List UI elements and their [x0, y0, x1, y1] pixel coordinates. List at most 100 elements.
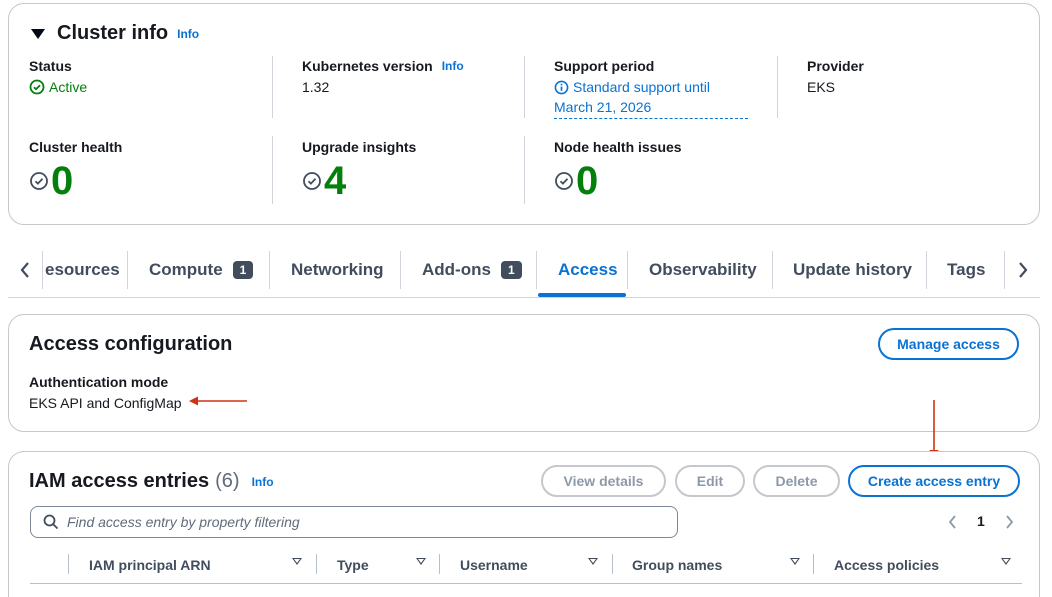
check-circle-icon: [303, 172, 321, 190]
support-period-line2: March 21, 2026: [554, 99, 652, 115]
chevron-left-icon[interactable]: [947, 515, 959, 529]
upgrade-insights-value[interactable]: 4: [302, 161, 416, 201]
sort-icon[interactable]: [416, 558, 426, 565]
provider-label: Provider: [807, 58, 864, 74]
iam-access-entries-title: IAM access entries: [29, 470, 210, 492]
column-header-username[interactable]: Username: [460, 550, 528, 580]
delete-button[interactable]: Delete: [753, 465, 840, 497]
edit-button[interactable]: Edit: [675, 465, 745, 497]
tab-divider: [127, 251, 128, 289]
provider-field: Provider EKS: [807, 58, 864, 95]
view-details-button[interactable]: View details: [541, 465, 666, 497]
access-configuration-title: Access configuration: [29, 333, 233, 355]
column-divider: [813, 554, 814, 574]
cluster-health-value[interactable]: 0: [29, 161, 122, 201]
search-icon: [43, 514, 59, 530]
current-page[interactable]: 1: [977, 513, 985, 529]
column-divider: [612, 554, 613, 574]
chevron-left-icon[interactable]: [18, 261, 32, 279]
compute-count-badge: 1: [232, 261, 254, 279]
sort-icon[interactable]: [588, 558, 598, 565]
status-text: Active: [49, 79, 88, 95]
sort-icon[interactable]: [292, 558, 302, 565]
search-field[interactable]: [30, 506, 678, 538]
iam-access-entries-count: (6): [215, 470, 240, 492]
tab-resources[interactable]: esources: [45, 244, 120, 296]
column-header-iam-principal-arn[interactable]: IAM principal ARN: [89, 550, 211, 580]
tab-tags[interactable]: Tags: [947, 244, 985, 296]
divider: [524, 136, 525, 204]
authentication-mode-field: Authentication mode EKS API and ConfigMa…: [29, 374, 182, 411]
kubernetes-version-info-link[interactable]: Info: [442, 59, 464, 73]
tab-update-history[interactable]: Update history: [793, 244, 912, 296]
tab-scroll-divider: [1004, 251, 1005, 289]
kubernetes-version-field: Kubernetes version Info 1.32: [302, 58, 464, 95]
check-circle-icon: [29, 79, 45, 95]
caret-down-icon[interactable]: [31, 28, 45, 39]
tab-divider: [400, 251, 401, 289]
manage-access-button[interactable]: Manage access: [878, 328, 1019, 360]
divider: [272, 56, 273, 118]
iam-access-entries-info-link[interactable]: Info: [252, 475, 274, 489]
cluster-health-label: Cluster health: [29, 139, 123, 155]
upgrade-insights-count: 4: [324, 159, 347, 203]
node-health-issues-field: Node health issues 0: [554, 139, 682, 201]
column-divider: [316, 554, 317, 574]
tab-divider: [772, 251, 773, 289]
iam-access-entries-panel: IAM access entries (6) Info View details…: [8, 451, 1040, 597]
support-period-field: Support period Standard support until Ma…: [554, 58, 748, 119]
status-value: Active: [29, 79, 87, 95]
node-health-issues-count: 0: [576, 159, 599, 203]
authentication-mode-label: Authentication mode: [29, 374, 169, 390]
support-period-label: Support period: [554, 58, 655, 74]
tab-divider: [269, 251, 270, 289]
tab-divider: [536, 251, 537, 289]
chevron-right-icon[interactable]: [1016, 261, 1030, 279]
tab-divider: [926, 251, 927, 289]
kubernetes-version-value: 1.32: [302, 79, 330, 95]
support-period-link[interactable]: Standard support until March 21, 2026: [554, 77, 748, 119]
tab-divider: [627, 251, 628, 289]
tab-scroll-divider: [42, 251, 43, 289]
check-circle-icon: [555, 172, 573, 190]
divider: [524, 56, 525, 118]
table-header-row: IAM principal ARN Type Username Group na…: [30, 550, 1022, 584]
divider: [272, 136, 273, 204]
sort-icon[interactable]: [1001, 558, 1011, 565]
column-header-access-policies[interactable]: Access policies: [834, 550, 939, 580]
upgrade-insights-label: Upgrade insights: [302, 139, 417, 155]
add-ons-count-badge: 1: [500, 261, 522, 279]
support-period-line1: Standard support until: [573, 79, 710, 95]
column-divider: [68, 554, 69, 574]
cluster-info-header[interactable]: Cluster info Info: [31, 22, 199, 45]
tabs-baseline: [8, 297, 1040, 298]
tab-observability[interactable]: Observability: [649, 244, 757, 296]
check-circle-icon: [30, 172, 48, 190]
divider: [777, 56, 778, 118]
tab-compute[interactable]: Compute 1: [149, 244, 254, 296]
search-input[interactable]: [67, 514, 647, 530]
chevron-right-icon[interactable]: [1003, 515, 1015, 529]
column-header-type[interactable]: Type: [337, 550, 369, 580]
cluster-info-info-link[interactable]: Info: [177, 27, 199, 41]
cluster-tabs: esources Compute 1 Networking Add-ons 1 Ac…: [0, 244, 1052, 298]
column-divider: [439, 554, 440, 574]
cluster-info-title: Cluster info: [57, 22, 169, 44]
create-access-entry-button[interactable]: Create access entry: [848, 465, 1020, 497]
upgrade-insights-field: Upgrade insights 4: [302, 139, 416, 201]
access-configuration-panel: Access configuration Manage access Authe…: [8, 314, 1040, 432]
authentication-mode-value: EKS API and ConfigMap: [29, 395, 182, 411]
column-header-group-names[interactable]: Group names: [632, 550, 722, 580]
cluster-info-panel: Cluster info Info Status Active Kubernet…: [8, 3, 1040, 225]
tab-access[interactable]: Access: [558, 244, 618, 296]
status-label: Status: [29, 58, 72, 74]
tab-add-ons[interactable]: Add-ons 1: [422, 244, 522, 296]
tab-networking[interactable]: Networking: [291, 244, 384, 296]
sort-icon[interactable]: [790, 558, 800, 565]
provider-value: EKS: [807, 79, 836, 95]
info-circle-icon: [554, 80, 569, 94]
cluster-health-field: Cluster health 0: [29, 139, 122, 201]
node-health-issues-label: Node health issues: [554, 139, 682, 155]
node-health-issues-value[interactable]: 0: [554, 161, 682, 201]
kubernetes-version-label: Kubernetes version: [302, 58, 433, 74]
